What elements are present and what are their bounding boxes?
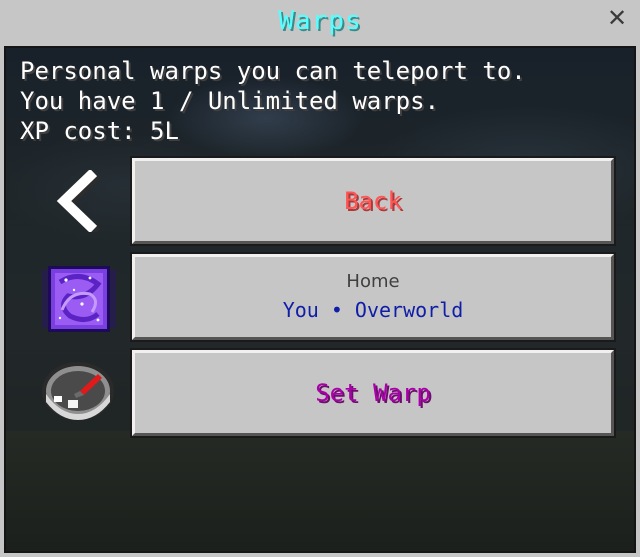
compass-icon bbox=[42, 362, 114, 420]
info-line-warp-count: You have 1 / Unlimited warps. bbox=[20, 87, 440, 115]
warps-window: Warps ✕ Personal warps you can teleport … bbox=[0, 0, 640, 557]
back-button[interactable]: Back bbox=[132, 158, 614, 244]
set-warp-button-label: Set Warp bbox=[315, 379, 431, 407]
background-ground bbox=[6, 431, 634, 551]
nether-portal-icon bbox=[42, 266, 116, 332]
window-title: Warps bbox=[278, 6, 362, 36]
close-icon[interactable]: ✕ bbox=[602, 4, 632, 34]
title-bar: Warps ✕ bbox=[0, 0, 640, 46]
info-line-xp-cost: XP cost: 5L bbox=[20, 117, 179, 145]
home-warp-location: You • Overworld bbox=[282, 298, 464, 322]
chevron-left-icon bbox=[56, 170, 101, 232]
home-warp-name: Home bbox=[346, 271, 400, 292]
back-button-label: Back bbox=[344, 187, 402, 215]
home-warp-button[interactable]: Home You • Overworld bbox=[132, 254, 614, 340]
info-line-description: Personal warps you can teleport to. bbox=[20, 57, 526, 85]
warps-panel: Personal warps you can teleport to. You … bbox=[4, 46, 636, 553]
set-warp-button[interactable]: Set Warp bbox=[132, 350, 614, 436]
warp-info: Personal warps you can teleport to. You … bbox=[20, 56, 526, 146]
